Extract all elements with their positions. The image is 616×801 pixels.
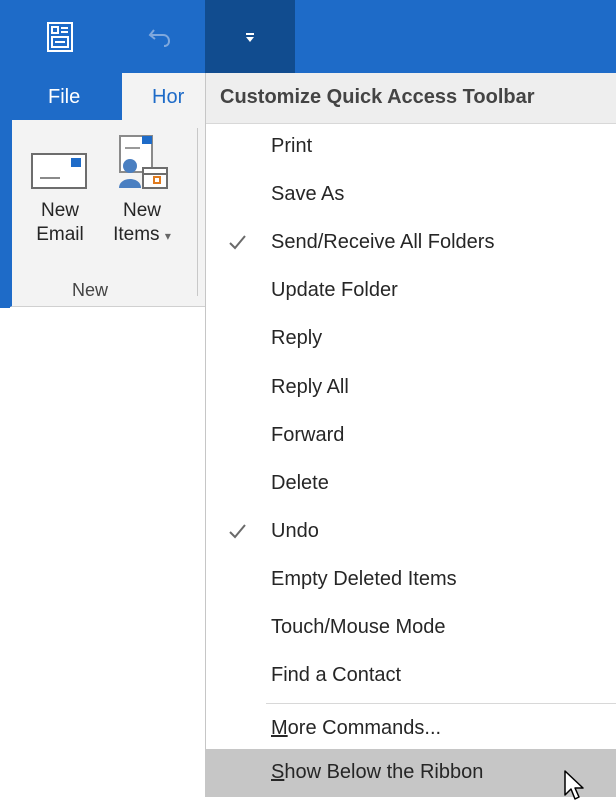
tab-home-label: Hor <box>152 86 185 108</box>
menu-item-reply-all[interactable]: Reply All <box>206 364 616 412</box>
menu-item-label: Find a Contact <box>271 664 402 686</box>
qat-send-receive-button[interactable] <box>35 0 85 73</box>
menu-item-undo[interactable]: Undo <box>206 508 616 556</box>
customize-dropdown-icon <box>246 32 254 42</box>
new-email-icon <box>31 153 87 189</box>
menu-item-find-a-contact[interactable]: Find a Contact <box>206 652 616 700</box>
menu-item-print[interactable]: Print <box>206 123 616 171</box>
group-label-new: New <box>72 280 109 300</box>
ribbon-home-panel: New Email New Items ▾ New <box>10 120 212 307</box>
menu-item-label: Reply All <box>271 376 349 398</box>
new-items-label-2: Items ▾ <box>113 224 171 245</box>
menu-item-more-commands[interactable]: More Commands... <box>206 705 616 753</box>
menu-item-touch-mouse-mode[interactable]: Touch/Mouse Mode <box>206 604 616 652</box>
send-receive-icon <box>47 21 73 52</box>
undo-icon <box>148 28 171 47</box>
menu-item-reply[interactable]: Reply <box>206 315 616 363</box>
new-items-label-1: New <box>122 200 161 221</box>
group-separator <box>197 128 198 296</box>
menu-separator <box>266 703 616 704</box>
tab-home[interactable]: Hor <box>122 73 210 120</box>
menu-item-label: Empty Deleted Items <box>271 568 457 590</box>
menu-item-label: Forward <box>271 424 345 446</box>
new-email-label-1: New <box>40 200 79 221</box>
menu-item-delete[interactable]: Delete <box>206 460 616 508</box>
new-email-button[interactable]: New Email <box>22 140 98 247</box>
menu-item-label: Undo <box>271 520 319 542</box>
ribbon-tabs: File Hor <box>0 73 210 120</box>
menu-item-label: More Commands... <box>271 717 442 739</box>
menu-item-label: Save As <box>271 183 345 205</box>
mouse-cursor-icon <box>564 770 584 800</box>
menu-item-show-below-ribbon[interactable]: Show Below the Ribbon <box>206 749 616 800</box>
qat-undo-button[interactable] <box>135 0 185 73</box>
checkmark-icon <box>229 235 246 250</box>
new-items-icon <box>119 135 168 189</box>
dropdown-arrow-icon: ▾ <box>164 229 171 243</box>
menu-item-label: Send/Receive All Folders <box>271 231 495 253</box>
ribbon-edge <box>0 120 10 308</box>
menu-header: Customize Quick Access Toolbar <box>206 73 616 124</box>
new-items-button[interactable]: New Items ▾ <box>102 130 182 248</box>
menu-item-save-as[interactable]: Save As <box>206 171 616 219</box>
menu-item-forward[interactable]: Forward <box>206 412 616 460</box>
checkmark-icon <box>229 524 246 539</box>
menu-item-label: Print <box>271 135 313 157</box>
tab-file[interactable]: File <box>48 86 80 109</box>
menu-item-label: Delete <box>271 472 329 494</box>
menu-item-label: Update Folder <box>271 279 398 301</box>
menu-item-empty-deleted-items[interactable]: Empty Deleted Items <box>206 556 616 604</box>
title-bar <box>0 0 616 73</box>
new-email-label-2: Email <box>36 224 84 245</box>
menu-item-label: Touch/Mouse Mode <box>271 616 446 638</box>
menu-item-update-folder[interactable]: Update Folder <box>206 267 616 315</box>
customize-qat-menu: Customize Quick Access Toolbar Print Save… <box>205 73 616 800</box>
menu-header-title: Customize Quick Access Toolbar <box>220 86 535 108</box>
qat-customize-button[interactable] <box>205 0 295 73</box>
menu-item-label: Reply <box>271 327 323 349</box>
menu-item-label: Show Below the Ribbon <box>271 761 484 783</box>
menu-item-send-receive-all-folders[interactable]: Send/Receive All Folders <box>206 219 616 267</box>
